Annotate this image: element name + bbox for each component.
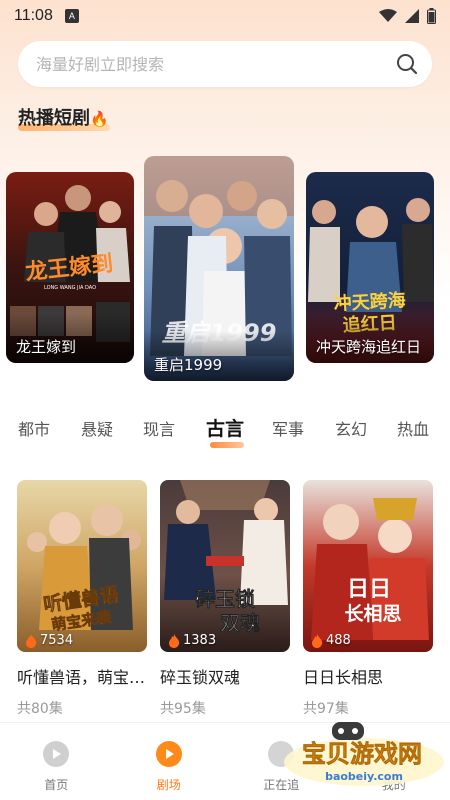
signal-icon bbox=[405, 9, 419, 23]
flame-icon bbox=[26, 633, 37, 648]
nav-home-label: 首页 bbox=[44, 778, 69, 792]
svg-text:冲天跨海: 冲天跨海 bbox=[333, 289, 406, 315]
tab-xuanhuan[interactable]: 玄幻 bbox=[335, 416, 367, 440]
drama-poster-2[interactable]: 碎玉锁 双魂 1383 bbox=[160, 480, 290, 652]
battery-icon bbox=[427, 8, 436, 24]
drama-poster-3[interactable]: 日日 长相思 488 bbox=[303, 480, 433, 652]
svg-text:长相思: 长相思 bbox=[344, 603, 401, 625]
view-count-3: 488 bbox=[311, 633, 351, 648]
tab-junshi[interactable]: 军事 bbox=[272, 416, 304, 440]
svg-text:baobeiy.com: baobeiy.com bbox=[325, 770, 403, 783]
tab-rexue[interactable]: 热血 bbox=[397, 416, 429, 440]
drama-poster-1[interactable]: 听懂兽语 萌宝来袭 7534 bbox=[17, 480, 147, 652]
status-bar: 11:08 A bbox=[0, 0, 450, 32]
category-tabs: 都市 悬疑 现言 古言 军事 玄幻 热血 bbox=[0, 412, 450, 452]
flame-icon bbox=[169, 633, 180, 648]
drama-poster-art-2: 碎玉锁 双魂 bbox=[160, 480, 290, 652]
view-count-text-2: 1383 bbox=[183, 633, 217, 648]
featured-title-2: 重启1999 bbox=[154, 356, 223, 374]
play-circle-icon bbox=[43, 741, 70, 767]
nav-theater-label: 剧场 bbox=[156, 778, 181, 792]
flame-icon bbox=[312, 633, 323, 648]
svg-text:碎玉锁: 碎玉锁 bbox=[195, 587, 255, 611]
drama-title-3: 日日长相思 bbox=[303, 668, 384, 687]
tab-guyan[interactable]: 古言 bbox=[206, 414, 244, 441]
active-tab-indicator bbox=[210, 442, 244, 448]
section-title: 热播短剧🔥 bbox=[18, 104, 109, 130]
featured-card-2[interactable]: 重启1999 重启1999 bbox=[144, 156, 294, 381]
drama-title-1: 听懂兽语，萌宝来袭 bbox=[17, 668, 147, 687]
search-bar[interactable] bbox=[18, 41, 432, 87]
search-icon[interactable] bbox=[396, 53, 418, 75]
svg-text:LONG WANG JIA DAO: LONG WANG JIA DAO bbox=[44, 285, 96, 291]
status-time: 11:08 bbox=[14, 7, 53, 24]
theater-icon bbox=[155, 741, 182, 767]
notification-a-icon: A bbox=[64, 9, 79, 23]
view-count-text-3: 488 bbox=[326, 633, 351, 648]
nav-home[interactable]: 首页 bbox=[0, 723, 113, 800]
svg-text:日日: 日日 bbox=[347, 576, 391, 602]
drama-poster-art-3: 日日 长相思 bbox=[303, 480, 433, 652]
drama-episodes-1: 共80集 bbox=[17, 701, 63, 717]
search-input[interactable] bbox=[36, 54, 396, 74]
view-count-1: 7534 bbox=[25, 633, 73, 648]
tab-dushi[interactable]: 都市 bbox=[18, 416, 50, 440]
featured-title-3: 冲天跨海追红日 bbox=[316, 338, 422, 356]
section-title-text: 热播短剧 bbox=[18, 108, 90, 129]
view-count-2: 1383 bbox=[168, 633, 216, 648]
drama-card-2[interactable]: 碎玉锁 双魂 1383 碎玉锁双魂 共95集 bbox=[160, 480, 290, 718]
view-count-text-1: 7534 bbox=[40, 633, 74, 648]
tab-xuanyi[interactable]: 悬疑 bbox=[81, 416, 113, 440]
drama-poster-art-1: 听懂兽语 萌宝来袭 bbox=[17, 480, 147, 652]
fire-icon: 🔥 bbox=[90, 110, 109, 128]
watermark-logo: 宝贝游戏网 baobeiy.com bbox=[284, 722, 444, 786]
featured-card-3[interactable]: 冲天跨海 追红日 冲天跨海追红日 bbox=[306, 172, 434, 363]
wifi-icon bbox=[379, 9, 397, 22]
tab-xianyan[interactable]: 现言 bbox=[143, 416, 175, 440]
drama-title-2: 碎玉锁双魂 bbox=[160, 668, 241, 687]
svg-text:宝贝游戏网: 宝贝游戏网 bbox=[302, 740, 422, 768]
nav-theater[interactable]: 剧场 bbox=[113, 723, 226, 800]
drama-card-1[interactable]: 听懂兽语 萌宝来袭 7534 听懂兽语，萌宝来袭 共80集 bbox=[17, 480, 147, 718]
svg-text:双魂: 双魂 bbox=[220, 611, 260, 635]
featured-title-1: 龙王嫁到 bbox=[16, 338, 77, 356]
drama-card-3[interactable]: 日日 长相思 488 日日长相思 共97集 bbox=[303, 480, 433, 718]
featured-card-1[interactable]: 龙王嫁到 LONG WANG JIA DAO 龙王嫁到 bbox=[6, 172, 134, 363]
